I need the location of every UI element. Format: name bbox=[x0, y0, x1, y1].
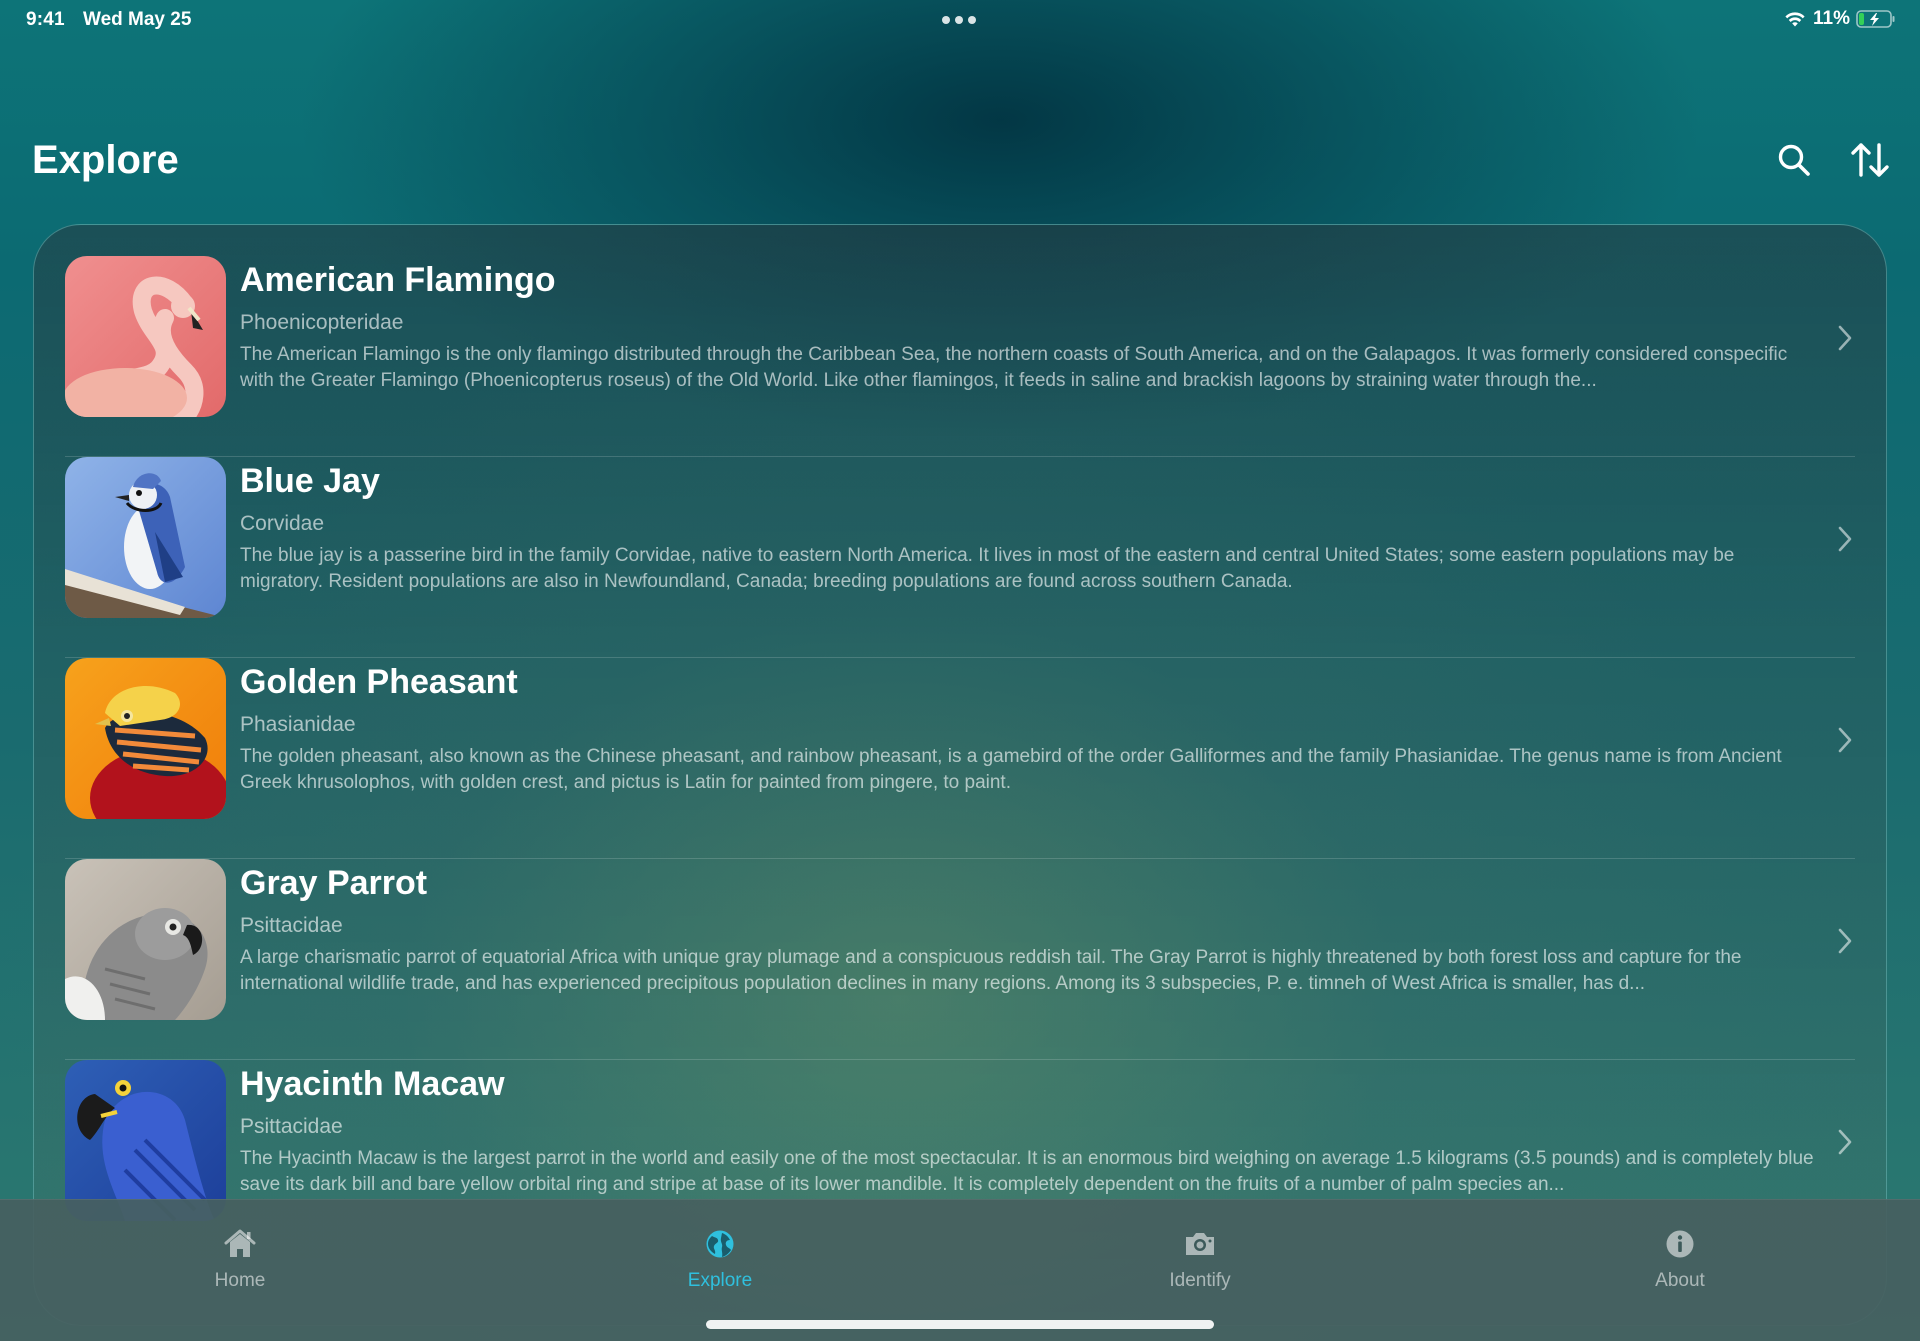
bird-description: The golden pheasant, also known as the C… bbox=[240, 746, 1782, 793]
status-date: Wed May 25 bbox=[83, 9, 192, 30]
list-item[interactable]: Gray Parrot Psittacidae A large charisma… bbox=[65, 859, 1855, 1060]
chevron-right-icon bbox=[1838, 325, 1852, 351]
battery-percentage: 11% bbox=[1813, 8, 1850, 29]
bird-family: Phasianidae bbox=[240, 713, 356, 736]
status-indicators: 11% bbox=[1783, 8, 1896, 30]
home-indicator[interactable] bbox=[706, 1320, 1214, 1329]
bird-family: Corvidae bbox=[240, 512, 325, 535]
bird-name: American Flamingo bbox=[240, 261, 556, 299]
camera-icon bbox=[1186, 1233, 1214, 1255]
bird-info: American Flamingo Phoenicopteridae The A… bbox=[240, 256, 1815, 394]
tab-label: Identify bbox=[1169, 1270, 1231, 1291]
chevron-right-icon bbox=[1838, 526, 1852, 552]
list-item[interactable]: Blue Jay Corvidae The blue jay is a pass… bbox=[65, 457, 1855, 658]
tab-home[interactable]: Home bbox=[0, 1200, 480, 1341]
bird-list-card[interactable]: American Flamingo Phoenicopteridae The A… bbox=[33, 224, 1887, 1326]
status-time: 9:41 bbox=[26, 9, 65, 30]
bird-info: Blue Jay Corvidae The blue jay is a pass… bbox=[240, 457, 1815, 595]
wifi-icon bbox=[1785, 12, 1805, 27]
tab-about[interactable]: About bbox=[1440, 1200, 1920, 1341]
chevron-right-icon bbox=[1838, 928, 1852, 954]
hyacinth-macaw-thumbnail bbox=[65, 1060, 226, 1221]
bird-name: Gray Parrot bbox=[240, 864, 428, 902]
battery-charging-icon bbox=[1856, 10, 1895, 28]
globe-icon bbox=[706, 1230, 734, 1258]
search-icon bbox=[1778, 144, 1810, 176]
bird-family: Psittacidae bbox=[240, 914, 343, 937]
blue-jay-thumbnail bbox=[65, 457, 226, 618]
bird-list: American Flamingo Phoenicopteridae The A… bbox=[65, 256, 1855, 1260]
chevron-right-icon bbox=[1838, 727, 1852, 753]
house-icon bbox=[224, 1229, 256, 1257]
header-actions bbox=[1774, 140, 1890, 180]
list-item[interactable]: Golden Pheasant Phasianidae The golden p… bbox=[65, 658, 1855, 859]
status-bar: 9:41 Wed May 25 11% bbox=[0, 0, 1920, 40]
tab-bar: Home Explore Identify About bbox=[0, 1199, 1920, 1341]
golden-pheasant-thumbnail bbox=[65, 658, 226, 819]
sort-button[interactable] bbox=[1850, 140, 1890, 180]
bird-info: Golden Pheasant Phasianidae The golden p… bbox=[240, 658, 1815, 796]
bird-description: The Hyacinth Macaw is the largest parrot… bbox=[240, 1148, 1814, 1195]
bird-name: Blue Jay bbox=[240, 462, 380, 500]
chevron-right-icon bbox=[1838, 1129, 1852, 1155]
bird-description: A large charismatic parrot of equatorial… bbox=[240, 947, 1742, 994]
flamingo-thumbnail bbox=[65, 256, 226, 417]
tab-label: Explore bbox=[687, 1270, 753, 1291]
bird-description: The American Flamingo is the only flamin… bbox=[240, 344, 1788, 391]
multitasking-dots-icon[interactable] bbox=[942, 16, 976, 24]
bird-family: Phoenicopteridae bbox=[240, 311, 404, 334]
list-item[interactable]: American Flamingo Phoenicopteridae The A… bbox=[65, 256, 1855, 457]
sort-arrows-icon bbox=[1851, 143, 1889, 177]
info-icon bbox=[1666, 1230, 1694, 1258]
bird-name: Hyacinth Macaw bbox=[240, 1065, 505, 1103]
tab-label: Home bbox=[214, 1270, 266, 1291]
bird-family: Psittacidae bbox=[240, 1115, 343, 1138]
bird-info: Gray Parrot Psittacidae A large charisma… bbox=[240, 859, 1815, 997]
app-screen: 9:41 Wed May 25 11% Explore American Fla… bbox=[0, 0, 1920, 1341]
search-button[interactable] bbox=[1774, 140, 1814, 180]
bird-info: Hyacinth Macaw Psittacidae The Hyacinth … bbox=[240, 1060, 1815, 1198]
tab-label: About bbox=[1655, 1270, 1705, 1291]
bird-name: Golden Pheasant bbox=[240, 663, 518, 701]
page-title: Explore bbox=[32, 138, 179, 182]
bird-description: The blue jay is a passerine bird in the … bbox=[240, 545, 1735, 592]
gray-parrot-thumbnail bbox=[65, 859, 226, 1020]
